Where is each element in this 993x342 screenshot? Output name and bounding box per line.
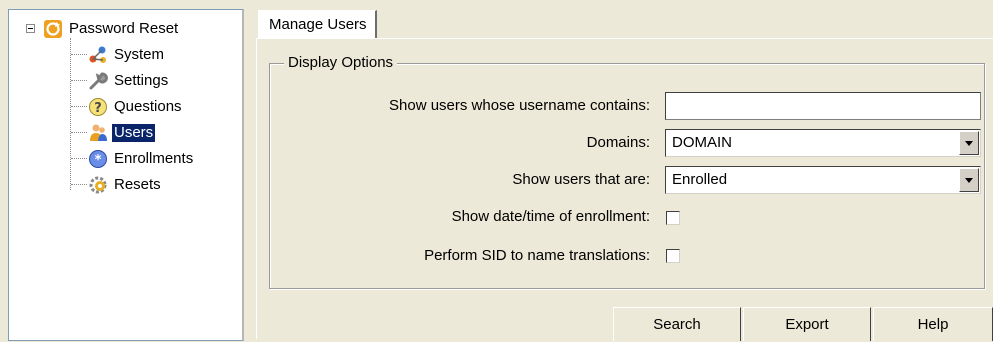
tree-label: Enrollments [114,150,194,167]
domains-label: Domains: [586,134,650,151]
help-button[interactable]: Help [873,307,993,341]
tree-label: Password Reset [69,20,179,37]
tree-label: Resets [114,176,161,193]
tree-item-settings[interactable]: Settings [88,70,170,92]
tree-connector [71,80,87,81]
collapse-toggle-icon[interactable] [26,24,35,33]
group-title: Display Options [284,54,398,72]
enrollment-time-label: Show date/time of enrollment: [451,208,650,225]
svg-text:*: * [95,153,102,168]
tree-label: Questions [114,98,182,115]
tree-root-password-reset[interactable]: Password Reset [43,18,180,40]
search-button[interactable]: Search [613,307,741,341]
chevron-down-icon[interactable] [959,131,979,155]
domains-value: DOMAIN [672,134,732,151]
user-state-value: Enrolled [672,171,728,188]
user-state-select[interactable]: Enrolled [665,166,981,194]
tree-connector [71,54,87,55]
chevron-down-icon[interactable] [959,168,979,192]
tree-item-enrollments[interactable]: * Enrollments [88,148,195,170]
tree-label: Settings [114,72,169,89]
user-state-label: Show users that are: [512,171,650,188]
sid-translation-checkbox[interactable] [666,249,680,263]
system-icon [88,45,108,65]
tree-item-resets[interactable]: Resets [88,174,163,196]
tab-strip: Manage Users [256,8,993,38]
sid-translation-label: Perform SID to name translations: [424,247,650,264]
wrench-icon [88,71,108,91]
question-icon: ? [88,97,108,117]
tree-connector [71,132,87,133]
tree-connector [71,158,87,159]
tree-item-users[interactable]: Users [88,122,157,144]
password-reset-icon [43,19,63,39]
manage-users-panel: Display Options Show users whose usernam… [256,39,993,339]
tree-item-questions[interactable]: ? Questions [88,96,184,118]
export-button[interactable]: Export [743,307,871,341]
tree-item-system[interactable]: System [88,44,166,66]
tree-connector [70,38,71,190]
tree-connector [71,184,87,185]
tree-label: System [114,46,165,63]
tree-label: Users [110,123,157,143]
username-filter-input[interactable] [665,92,981,120]
enrollments-icon: * [88,149,108,169]
username-filter-label: Show users whose username contains: [389,97,650,114]
tree-connector [71,106,87,107]
resets-icon [88,175,108,195]
domains-select[interactable]: DOMAIN [665,129,981,157]
navigation-tree[interactable]: Password Reset System Settings ? Questio… [8,9,244,341]
enrollment-time-checkbox[interactable] [666,211,680,225]
users-icon [88,123,108,143]
tab-manage-users[interactable]: Manage Users [258,10,377,38]
svg-text:?: ? [94,101,102,116]
